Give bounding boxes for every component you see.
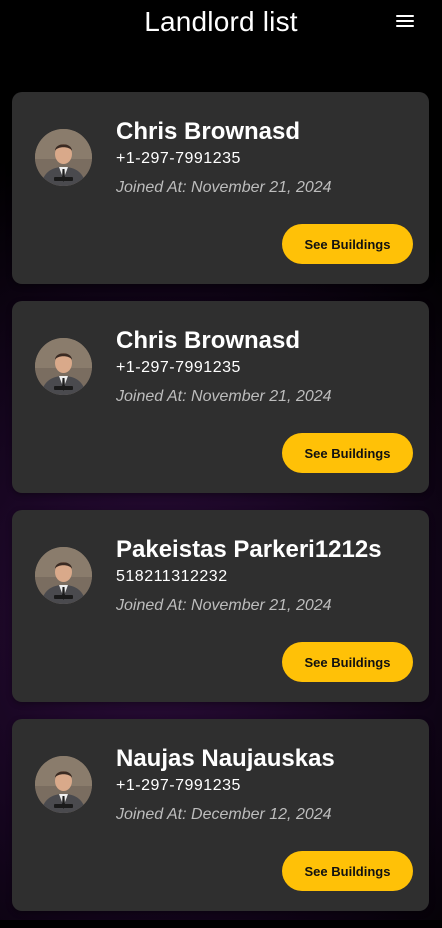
landlord-phone: +1-297-7991235 bbox=[116, 359, 241, 376]
landlord-name: Pakeistas Parkeri1212s bbox=[116, 536, 382, 563]
landlord-name: Chris Brownasd bbox=[116, 118, 301, 145]
landlord-name: Chris Brownasd bbox=[116, 327, 301, 354]
landlord-phone: +1-297-7991235 bbox=[116, 777, 241, 794]
top-app-bar: Landlord list bbox=[0, 0, 442, 52]
avatar bbox=[35, 547, 92, 604]
landlord-name: Naujas Naujauskas bbox=[116, 745, 335, 772]
landlord-phone: 518211312232 bbox=[116, 568, 228, 585]
landlord-card: Naujas Naujauskas +1-297-7991235 Joined … bbox=[12, 719, 429, 911]
hamburger-menu-icon[interactable] bbox=[396, 15, 416, 31]
avatar bbox=[35, 338, 92, 395]
landlord-phone: +1-297-7991235 bbox=[116, 150, 241, 167]
landlord-card: Chris Brownasd +1-297-7991235 Joined At:… bbox=[12, 301, 429, 493]
landlord-list: Chris Brownasd +1-297-7991235 Joined At:… bbox=[12, 92, 429, 928]
landlord-card: Pakeistas Parkeri1212s 518211312232 Join… bbox=[12, 510, 429, 702]
joined-date: Joined At: November 21, 2024 bbox=[116, 179, 332, 196]
avatar bbox=[35, 756, 92, 813]
joined-date: Joined At: November 21, 2024 bbox=[116, 388, 332, 405]
page-title: Landlord list bbox=[144, 6, 298, 37]
joined-date: Joined At: November 21, 2024 bbox=[116, 597, 332, 614]
landlord-card: Chris Brownasd +1-297-7991235 Joined At:… bbox=[12, 92, 429, 284]
see-buildings-button[interactable]: See Buildings bbox=[282, 433, 413, 473]
see-buildings-button[interactable]: See Buildings bbox=[282, 224, 413, 264]
avatar bbox=[35, 129, 92, 186]
see-buildings-button[interactable]: See Buildings bbox=[282, 851, 413, 891]
joined-date: Joined At: December 12, 2024 bbox=[116, 806, 332, 823]
see-buildings-button[interactable]: See Buildings bbox=[282, 642, 413, 682]
